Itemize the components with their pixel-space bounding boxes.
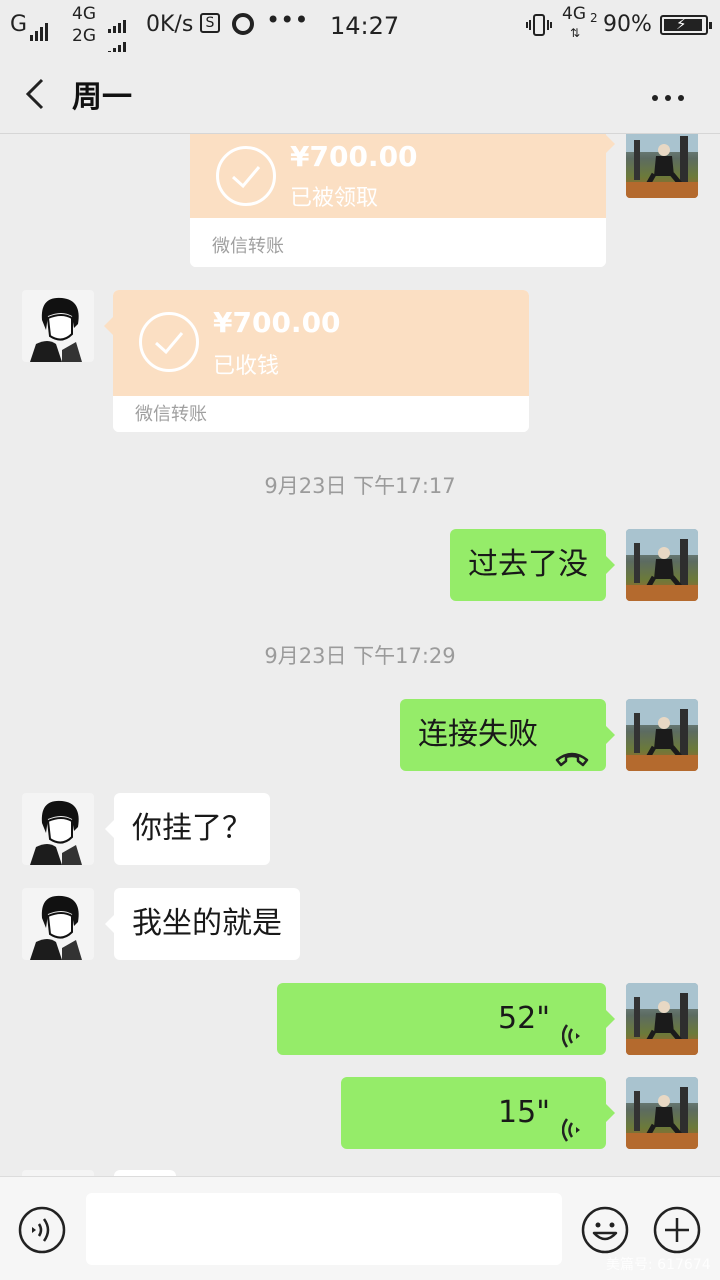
q-app-icon: [232, 13, 254, 35]
emoji-icon[interactable]: [580, 1205, 630, 1255]
net-top-label: 4G: [72, 4, 96, 24]
voice-message[interactable]: 52": [277, 983, 615, 1055]
avatar[interactable]: [626, 983, 698, 1055]
more-options-icon[interactable]: [650, 88, 686, 101]
transfer-card[interactable]: ¥700.00 已收钱 微信转账: [104, 290, 529, 432]
clock: 14:27: [330, 12, 400, 40]
signal-icon: [30, 16, 50, 41]
avatar[interactable]: [626, 529, 698, 601]
avatar[interactable]: [626, 134, 698, 198]
timestamp: 9月23日 下午17:17: [264, 474, 456, 498]
voice-wave-icon: [561, 1005, 584, 1048]
message-bubble[interactable]: 我坐的就是: [105, 888, 300, 960]
net-bottom-label: 2G: [72, 26, 96, 46]
message-bubble[interactable]: 你挂了？: [105, 793, 270, 865]
battery-icon: ⚡: [660, 15, 712, 35]
transfer-label: 微信转账: [212, 236, 284, 257]
message-bubble[interactable]: 过去了没: [450, 529, 615, 601]
timestamp: 9月23日 下午17:29: [264, 644, 456, 668]
status-bar: G 4G 2G 0K/s S ••• 14:27 4G 2 ⇅ 90% ⚡: [0, 0, 720, 55]
call-record-bubble[interactable]: 连接失败: [400, 699, 615, 771]
voice-duration: 15": [498, 1095, 550, 1130]
avatar[interactable]: [22, 290, 94, 362]
chat-title: 周一: [72, 80, 132, 115]
battery-percent: 90%: [603, 12, 652, 37]
net-speed: 0K/s: [146, 12, 194, 37]
message-list[interactable]: ¥700.00 已被领取 微信转账 ¥700.00 已收钱 微信转账 9月23日…: [0, 134, 720, 1176]
voice-wave-icon: [561, 1099, 584, 1142]
vibrate-icon: [526, 12, 552, 38]
voice-duration: 52": [498, 1001, 550, 1036]
avatar[interactable]: [22, 888, 94, 960]
phone-hangup-icon: [554, 723, 590, 767]
carrier-label: G: [10, 12, 28, 37]
transfer-amount: ¥700.00: [213, 306, 341, 339]
transfer-status: 已收钱: [213, 354, 280, 379]
transfer-amount: ¥700.00: [290, 140, 418, 173]
back-icon[interactable]: [22, 74, 52, 114]
sim-index: 2: [590, 11, 598, 25]
net-right-label: 4G: [562, 4, 586, 24]
message-input[interactable]: [86, 1193, 562, 1265]
avatar[interactable]: [22, 793, 94, 865]
transfer-label: 微信转账: [135, 404, 207, 425]
data-arrows-icon: ⇅: [570, 26, 581, 40]
call-status-text: 连接失败: [418, 717, 538, 752]
transfer-card[interactable]: ¥700.00 已被领取 微信转账: [190, 134, 615, 267]
transfer-status: 已被领取: [290, 186, 379, 211]
more-notifications-icon: •••: [266, 6, 309, 34]
avatar[interactable]: [626, 699, 698, 771]
chat-header: 周一: [0, 52, 720, 134]
avatar[interactable]: [626, 1077, 698, 1149]
s-app-icon: S: [200, 13, 220, 33]
plus-icon[interactable]: [652, 1205, 702, 1255]
voice-message[interactable]: 15": [341, 1077, 615, 1149]
watermark: 美篇号: 617674: [606, 1257, 711, 1273]
voice-input-icon[interactable]: [17, 1205, 67, 1255]
check-icon: [139, 312, 199, 372]
check-icon: [216, 146, 276, 206]
